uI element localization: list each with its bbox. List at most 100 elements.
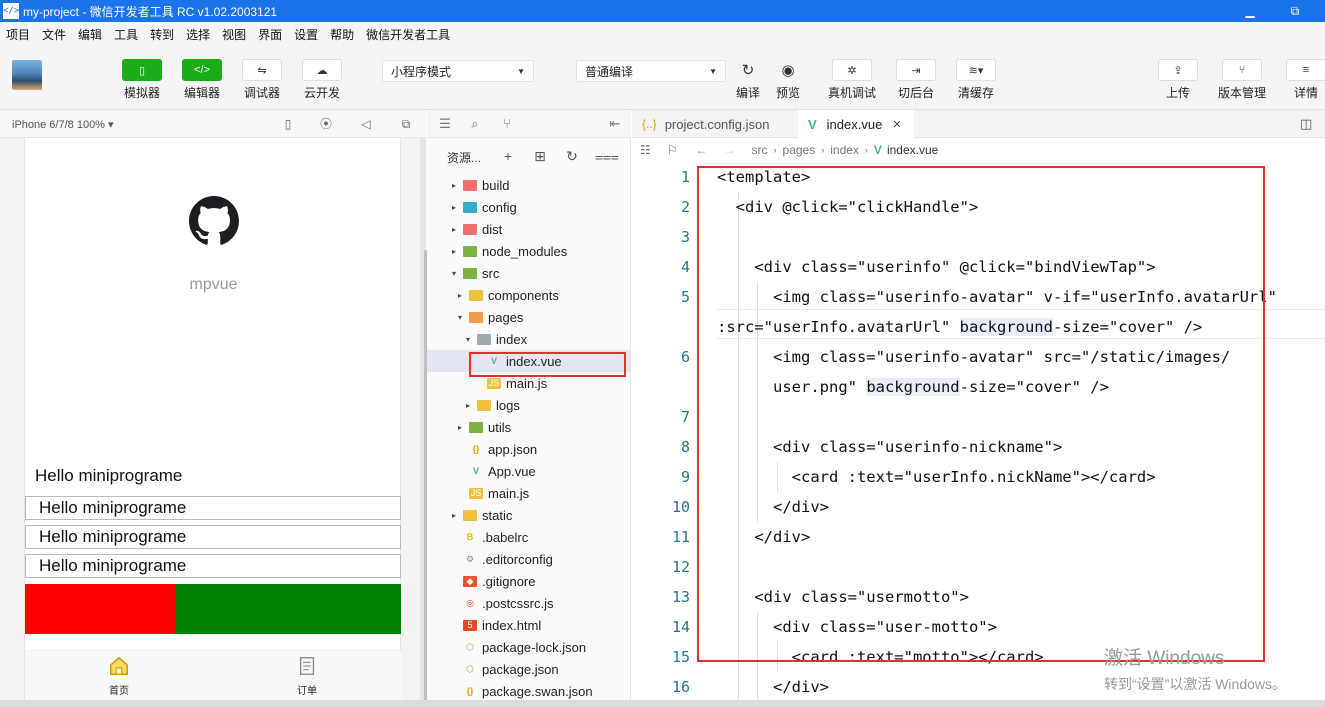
- breadcrumb-pages[interactable]: pages: [783, 143, 816, 157]
- explorer-header: 资源... + ⊞ ↻ ⩶: [427, 146, 631, 168]
- breadcrumb-file[interactable]: index.vue: [887, 143, 938, 157]
- phone-icon[interactable]: ▯: [280, 116, 296, 132]
- back-arrow-icon[interactable]: ←: [696, 143, 708, 157]
- tree-item[interactable]: ◎ .postcssrc.js: [427, 592, 631, 614]
- line-number: 8: [680, 438, 690, 456]
- tree-item[interactable]: ▸ dist: [427, 218, 631, 240]
- breadcrumb-separator-icon: ›: [821, 145, 825, 155]
- collapse-panel-icon[interactable]: ⇤: [607, 116, 623, 132]
- menu-file[interactable]: 文件: [42, 26, 66, 43]
- refresh-icon[interactable]: ↻: [563, 147, 581, 165]
- search-icon[interactable]: ⌕: [467, 116, 483, 132]
- folder-red-icon: [463, 223, 477, 235]
- chevron-down-icon[interactable]: ▾: [449, 269, 459, 278]
- tree-item[interactable]: ◆ .gitignore: [427, 570, 631, 592]
- mode-select[interactable]: 小程序模式 ▼: [382, 60, 534, 82]
- git-branch-icon[interactable]: ⑂: [499, 116, 515, 132]
- tree-item-label: node_modules: [482, 243, 568, 259]
- tree-item[interactable]: 5 index.html: [427, 614, 631, 636]
- collapse-all-icon[interactable]: ⩶: [595, 147, 619, 165]
- code-line[interactable]: </div>: [717, 678, 829, 696]
- chevron-right-icon[interactable]: ▸: [449, 225, 459, 234]
- close-icon[interactable]: ✕: [892, 118, 901, 131]
- tree-item[interactable]: V App.vue: [427, 460, 631, 482]
- cloud-button[interactable]: ☁ 云开发: [300, 59, 344, 101]
- clear-cache-button[interactable]: ≋▾ 清缓存: [954, 59, 998, 101]
- babel-icon: B: [466, 531, 474, 542]
- tab-home[interactable]: 首页: [79, 655, 159, 697]
- new-folder-icon[interactable]: ⊞: [531, 147, 549, 165]
- split-editor-icon[interactable]: ◫: [1300, 116, 1312, 132]
- upload-button[interactable]: ⇪ 上传: [1156, 59, 1200, 101]
- menu-project[interactable]: 项目: [6, 26, 30, 43]
- menu-tools[interactable]: 工具: [114, 26, 138, 43]
- user-avatar[interactable]: [12, 60, 42, 90]
- remote-debug-button[interactable]: ✲ 真机调试: [828, 59, 876, 101]
- tree-item[interactable]: ⬡ package-lock.json: [427, 636, 631, 658]
- tree-item[interactable]: B .babelrc: [427, 526, 631, 548]
- menu-help[interactable]: 帮助: [330, 26, 354, 43]
- tree-item[interactable]: ⚙ .editorconfig: [427, 548, 631, 570]
- editor-button[interactable]: </> 编辑器: [180, 59, 224, 101]
- record-icon[interactable]: ⦿: [318, 116, 334, 132]
- chevron-right-icon[interactable]: ▸: [449, 203, 459, 212]
- compile-select[interactable]: 普通编译 ▼: [576, 60, 726, 82]
- tree-item[interactable]: ▸ node_modules: [427, 240, 631, 262]
- details-button[interactable]: ≡ 详情: [1284, 59, 1325, 101]
- bookmark-icon[interactable]: ⚐: [667, 143, 678, 157]
- tree-item[interactable]: ▾ index: [427, 328, 631, 350]
- toolbar: ▯ 模拟器 </> 编辑器 ⇋ 调试器 ☁ 云开发 小程序模式 ▼ 普通编译 ▼…: [0, 46, 1325, 110]
- tree-item[interactable]: ▾ src: [427, 262, 631, 284]
- breadcrumb-src[interactable]: src: [752, 143, 768, 157]
- sound-icon[interactable]: ◁: [358, 116, 374, 132]
- device-select[interactable]: iPhone 6/7/8 100% ▾: [12, 118, 114, 131]
- chevron-down-icon[interactable]: ▾: [455, 313, 465, 322]
- chevron-right-icon[interactable]: ▸: [449, 247, 459, 256]
- tree-item[interactable]: ▸ build: [427, 174, 631, 196]
- compile-button[interactable]: ↻ 编译: [726, 59, 770, 101]
- forward-arrow-icon[interactable]: →: [724, 143, 736, 157]
- tab-orders[interactable]: 订单: [267, 655, 347, 697]
- tree-item[interactable]: {} package.swan.json: [427, 680, 631, 702]
- list-icon[interactable]: ☰: [437, 116, 453, 132]
- tree-item[interactable]: ▸ static: [427, 504, 631, 526]
- tree-item[interactable]: ▸ components: [427, 284, 631, 306]
- popout-icon[interactable]: ⧉: [398, 116, 414, 132]
- tree-item[interactable]: ▾ pages: [427, 306, 631, 328]
- new-file-icon[interactable]: +: [499, 147, 517, 165]
- tree-item[interactable]: ▸ config: [427, 196, 631, 218]
- tree-item[interactable]: {} app.json: [427, 438, 631, 460]
- tab-project-config[interactable]: {..} project.config.json: [632, 110, 792, 138]
- chevron-right-icon[interactable]: ▸: [455, 291, 465, 300]
- chevron-down-icon[interactable]: ▾: [463, 335, 473, 344]
- menu-edit[interactable]: 编辑: [78, 26, 102, 43]
- chevron-right-icon[interactable]: ▸: [463, 401, 473, 410]
- menu-goto[interactable]: 转到: [150, 26, 174, 43]
- chevron-right-icon[interactable]: ▸: [449, 511, 459, 520]
- restore-button[interactable]: ⧉: [1285, 2, 1305, 20]
- tree-item[interactable]: ▸ utils: [427, 416, 631, 438]
- breadcrumb-index[interactable]: index: [830, 143, 859, 157]
- explorer-toolbar: ☰ ⌕ ⑂ ⇤: [427, 110, 631, 138]
- simulator-button[interactable]: ▯ 模拟器: [120, 59, 164, 101]
- chevron-right-icon[interactable]: ▸: [455, 423, 465, 432]
- list-icon[interactable]: ☷: [640, 143, 651, 157]
- tree-item[interactable]: ⬡ package.json: [427, 658, 631, 680]
- menu-view[interactable]: 视图: [222, 26, 246, 43]
- tree-item[interactable]: ▸ logs: [427, 394, 631, 416]
- preview-button[interactable]: ◉ 预览: [766, 59, 810, 101]
- menu-devtools[interactable]: 微信开发者工具: [366, 26, 450, 43]
- menu-select[interactable]: 选择: [186, 26, 210, 43]
- chevron-right-icon[interactable]: ▸: [449, 181, 459, 190]
- folder-green-icon: [463, 245, 477, 257]
- tab-index-vue[interactable]: V index.vue ✕: [798, 110, 914, 138]
- background-button[interactable]: ⇥ 切后台: [894, 59, 938, 101]
- version-button[interactable]: ⑂ 版本管理: [1218, 59, 1266, 101]
- npm-icon: ⬡: [466, 641, 474, 652]
- window-title: my-project - 微信开发者工具 RC v1.02.2003121: [23, 4, 278, 19]
- tree-item[interactable]: JS main.js: [427, 482, 631, 504]
- menu-settings[interactable]: 设置: [294, 26, 318, 43]
- menu-interface[interactable]: 界面: [258, 26, 282, 43]
- debugger-button[interactable]: ⇋ 调试器: [240, 59, 284, 101]
- minimize-button[interactable]: ▁: [1240, 2, 1260, 20]
